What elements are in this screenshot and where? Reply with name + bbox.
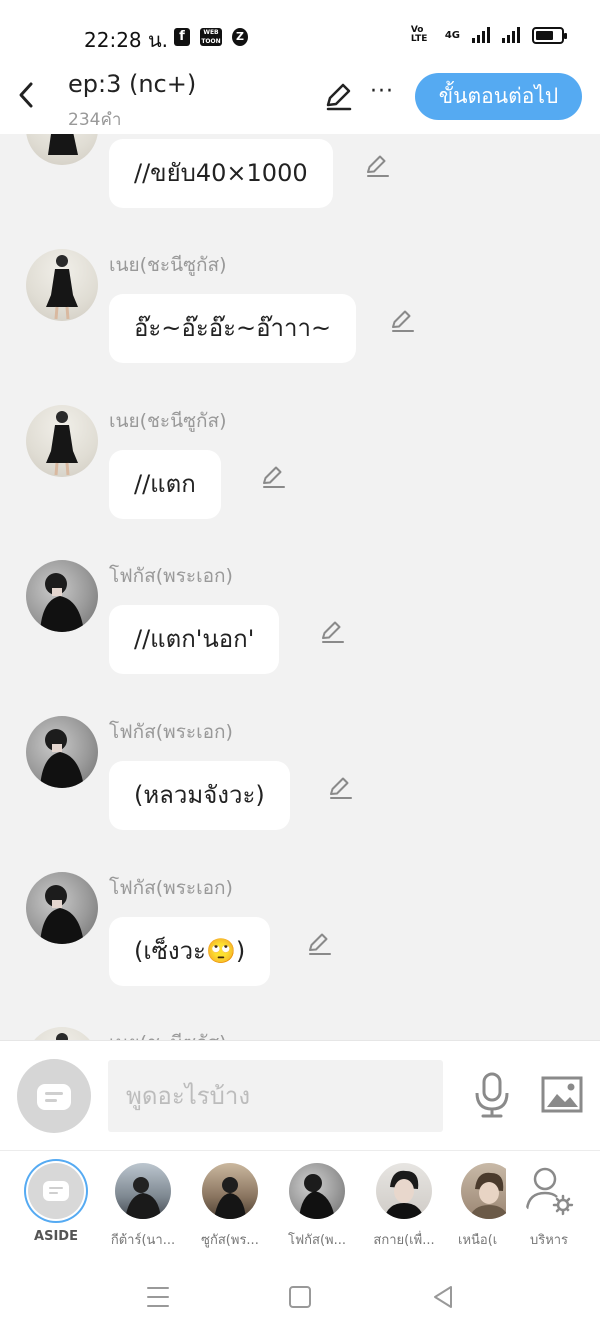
avatar xyxy=(28,1163,84,1219)
character-name: ASIDE xyxy=(34,1229,78,1244)
avatar xyxy=(461,1163,506,1219)
triangle-back-icon xyxy=(434,1286,452,1308)
edit-title-button[interactable] xyxy=(322,80,354,112)
character-name: ซูกัส(พร... xyxy=(201,1233,259,1248)
chat-bubble-icon xyxy=(43,1181,69,1201)
character-sugus[interactable]: ซูกัส(พร... xyxy=(191,1163,269,1250)
image-button[interactable] xyxy=(540,1075,584,1115)
sender-name: เนย(ชะนีซูกัส) xyxy=(109,410,227,432)
character-bar: ASIDE กีต้าร์(นา... ซูกัส(พร... โฟกัส(พ.… xyxy=(0,1150,600,1250)
girl-avatar-icon xyxy=(46,411,78,476)
z-app-icon: Z xyxy=(232,28,248,46)
edit-message-button[interactable] xyxy=(259,462,287,490)
status-time: 22:28 น. xyxy=(84,28,169,52)
facebook-icon: f xyxy=(174,28,190,46)
avatar[interactable] xyxy=(26,1027,98,1040)
square-icon xyxy=(289,1286,311,1308)
character-name: สกาย(เพื่... xyxy=(373,1233,435,1248)
volte-label: Vo LTE xyxy=(410,25,428,44)
message-input[interactable] xyxy=(108,1060,443,1132)
pencil-icon xyxy=(367,155,389,177)
status-indicators: Vo LTE 4G xyxy=(410,25,567,44)
signal-2-icon xyxy=(502,27,520,43)
edit-message-button[interactable] xyxy=(318,617,346,645)
sender-name: โฟกัส(พระเอก) xyxy=(109,721,233,743)
sender-name: เนย(ชะนีซูกัส) xyxy=(109,1028,227,1040)
word-count: 234คำ xyxy=(68,110,122,130)
next-step-button[interactable]: ขั้นตอนต่อไป xyxy=(415,73,582,120)
character-name: บริหาร xyxy=(529,1233,569,1248)
boy-avatar-icon xyxy=(40,573,84,632)
sender-name: โฟกัส(พระเอก) xyxy=(109,877,233,899)
chat-area[interactable]: //ขยับ40×1000 เนย(ชะนีซูกัส) อ๊ะ~อ๊ะอ๊ะ~… xyxy=(0,134,600,1040)
home-button[interactable] xyxy=(287,1284,313,1310)
message-bubble[interactable]: //แตก'นอก' xyxy=(109,605,280,674)
chat-bubble-icon xyxy=(37,1084,71,1110)
system-nav-bar xyxy=(0,1250,600,1333)
sender-name: โฟกัส(พระเอก) xyxy=(109,565,233,587)
edit-message-button[interactable] xyxy=(326,773,354,801)
message-bubble[interactable]: (หลวมจังวะ) xyxy=(109,761,290,830)
edit-message-button[interactable] xyxy=(388,306,416,334)
sender-name: เนย(ชะนีซูกัส) xyxy=(109,254,227,276)
network-4g-label: 4G xyxy=(444,29,460,41)
more-button[interactable]: ··· xyxy=(368,79,396,110)
aside-toggle-button[interactable] xyxy=(17,1059,91,1133)
webtoon-icon: WEB TOON xyxy=(200,28,222,46)
pencil-icon xyxy=(326,83,352,111)
avatar[interactable] xyxy=(26,249,98,321)
pencil-icon xyxy=(309,933,331,955)
edit-message-button[interactable] xyxy=(305,929,333,957)
microphone-button[interactable] xyxy=(472,1071,512,1119)
message-bubble[interactable]: //แตก xyxy=(109,450,221,519)
avatar[interactable] xyxy=(26,134,98,165)
menu-button[interactable] xyxy=(145,1284,171,1310)
user-settings-icon xyxy=(521,1163,577,1219)
edit-message-button[interactable] xyxy=(363,151,391,179)
nav-back-button[interactable] xyxy=(430,1284,456,1310)
more-horizontal-icon: ··· xyxy=(370,79,394,104)
boy-avatar-icon xyxy=(40,885,84,944)
header: ep:3 (nc+) 234คำ ··· ขั้นตอนต่อไป xyxy=(0,70,600,134)
avatar[interactable] xyxy=(26,560,98,632)
pencil-icon xyxy=(322,621,344,643)
girl-avatar-icon xyxy=(48,134,78,155)
input-bar xyxy=(0,1040,600,1150)
menu-icon xyxy=(147,1287,169,1307)
chevron-left-icon xyxy=(19,82,33,108)
message-bubble[interactable]: อ๊ะ~อ๊ะอ๊ะ~อ๊าาา~ xyxy=(109,294,357,363)
character-aside[interactable]: ASIDE xyxy=(17,1163,95,1244)
character-name: กีต้าร์(นา... xyxy=(110,1233,176,1248)
pencil-icon xyxy=(263,466,285,488)
girl-avatar-icon xyxy=(46,255,78,320)
character-name: เหนือ(เ xyxy=(458,1233,498,1248)
character-name: โฟกัส(พ... xyxy=(287,1233,347,1248)
character-focus[interactable]: โฟกัส(พ... xyxy=(278,1163,356,1250)
back-button[interactable] xyxy=(12,78,42,112)
signal-icon xyxy=(472,27,490,43)
avatar[interactable] xyxy=(26,716,98,788)
character-guitar[interactable]: กีต้าร์(นา... xyxy=(104,1163,182,1250)
image-icon xyxy=(541,1076,583,1113)
girl-avatar-icon xyxy=(56,1033,68,1040)
character-sky[interactable]: สกาย(เพื่... xyxy=(365,1163,443,1250)
avatar xyxy=(289,1163,345,1219)
status-bar: 22:28 น. f WEB TOON Z Vo LTE 4G xyxy=(0,0,600,70)
avatar[interactable] xyxy=(26,872,98,944)
message-bubble[interactable]: (เซ็งวะ🙄) xyxy=(109,917,271,986)
pencil-icon xyxy=(330,777,352,799)
microphone-icon xyxy=(475,1072,509,1118)
message-bubble[interactable]: //ขยับ40×1000 xyxy=(109,139,333,208)
boy-avatar-icon xyxy=(40,729,84,788)
avatar xyxy=(376,1163,432,1219)
avatar xyxy=(115,1163,171,1219)
manage-characters-button[interactable]: บริหาร xyxy=(510,1163,588,1250)
page-title: ep:3 (nc+) xyxy=(68,70,197,98)
avatar[interactable] xyxy=(26,405,98,477)
battery-icon xyxy=(532,26,567,44)
avatar xyxy=(202,1163,258,1219)
pencil-icon xyxy=(392,310,414,332)
character-nuea[interactable]: เหนือ(เ xyxy=(452,1163,506,1250)
